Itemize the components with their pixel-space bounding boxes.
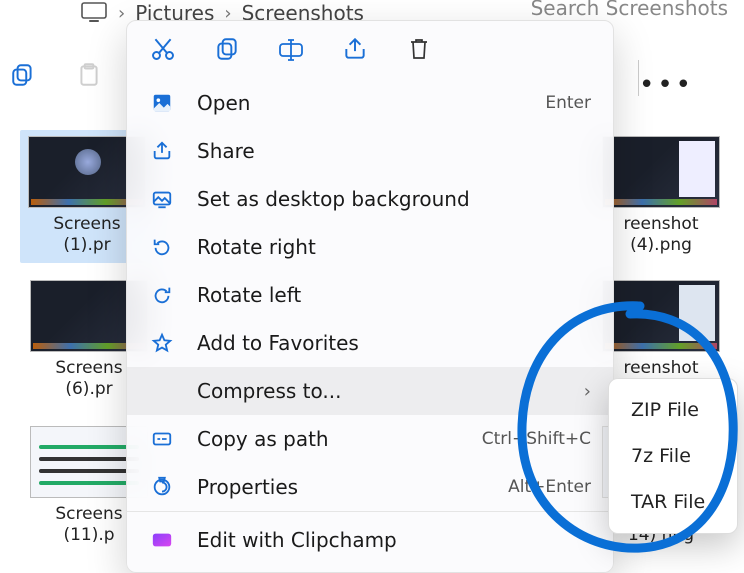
wallpaper-icon — [149, 188, 175, 210]
delete-icon[interactable] — [405, 35, 433, 63]
shortcut-label: Alt+Enter — [508, 477, 591, 497]
shortcut-label: Ctrl+Shift+C — [482, 429, 591, 449]
menu-label: Edit with Clipchamp — [197, 528, 397, 552]
rotate-left-icon — [149, 284, 175, 306]
file-tile[interactable]: reenshot — [598, 280, 724, 379]
menu-label: Open — [197, 91, 250, 115]
menu-label: Compress to... — [197, 379, 341, 403]
context-menu: Open Enter Share Set as desktop backgrou… — [126, 20, 614, 573]
submenu-tar[interactable]: TAR File — [609, 479, 737, 525]
share-icon — [149, 140, 175, 162]
search-input[interactable]: Search Screenshots — [531, 0, 728, 20]
more-button[interactable]: ••• — [639, 70, 694, 100]
rename-icon[interactable] — [277, 35, 305, 63]
compress-submenu: ZIP File 7z File TAR File — [608, 378, 738, 534]
chevron-right-icon: › — [584, 381, 591, 402]
file-name-label: reenshot — [598, 358, 724, 379]
menu-rotate-right[interactable]: Rotate right — [127, 223, 613, 271]
menu-compress-to[interactable]: Compress to... › — [127, 367, 613, 415]
menu-edit-clipchamp[interactable]: Edit with Clipchamp — [127, 516, 613, 564]
open-icon — [149, 92, 175, 114]
copy-icon[interactable] — [10, 62, 36, 88]
menu-label: Rotate left — [197, 283, 301, 307]
menu-label: Share — [197, 139, 255, 163]
copy-icon[interactable] — [213, 35, 241, 63]
pc-icon[interactable] — [80, 1, 108, 25]
share-icon[interactable] — [341, 35, 369, 63]
file-name-label: reenshot(4).png — [598, 214, 724, 257]
menu-add-favorites[interactable]: Add to Favorites — [127, 319, 613, 367]
properties-icon — [149, 476, 175, 498]
menu-label: Add to Favorites — [197, 331, 359, 355]
menu-copy-as-path[interactable]: Copy as path Ctrl+Shift+C — [127, 415, 613, 463]
context-toolbar — [127, 21, 613, 79]
shortcut-label: Enter — [545, 93, 591, 113]
menu-label: Rotate right — [197, 235, 316, 259]
toolbar-left — [10, 62, 102, 88]
menu-share[interactable]: Share — [127, 127, 613, 175]
star-icon — [149, 332, 175, 354]
menu-rotate-left[interactable]: Rotate left — [127, 271, 613, 319]
menu-set-wallpaper[interactable]: Set as desktop background — [127, 175, 613, 223]
menu-properties[interactable]: Properties Alt+Enter — [127, 463, 613, 511]
file-tile[interactable]: reenshot(4).png — [598, 136, 724, 257]
paste-icon[interactable] — [76, 62, 102, 88]
separator — [127, 511, 613, 512]
menu-open[interactable]: Open Enter — [127, 79, 613, 127]
cut-icon[interactable] — [149, 35, 177, 63]
clipchamp-icon — [149, 529, 175, 551]
rotate-right-icon — [149, 236, 175, 258]
submenu-7z[interactable]: 7z File — [609, 433, 737, 479]
menu-label: Properties — [197, 475, 298, 499]
copy-path-icon — [149, 428, 175, 450]
menu-label: Set as desktop background — [197, 187, 470, 211]
submenu-zip[interactable]: ZIP File — [609, 387, 737, 433]
menu-label: Copy as path — [197, 427, 329, 451]
